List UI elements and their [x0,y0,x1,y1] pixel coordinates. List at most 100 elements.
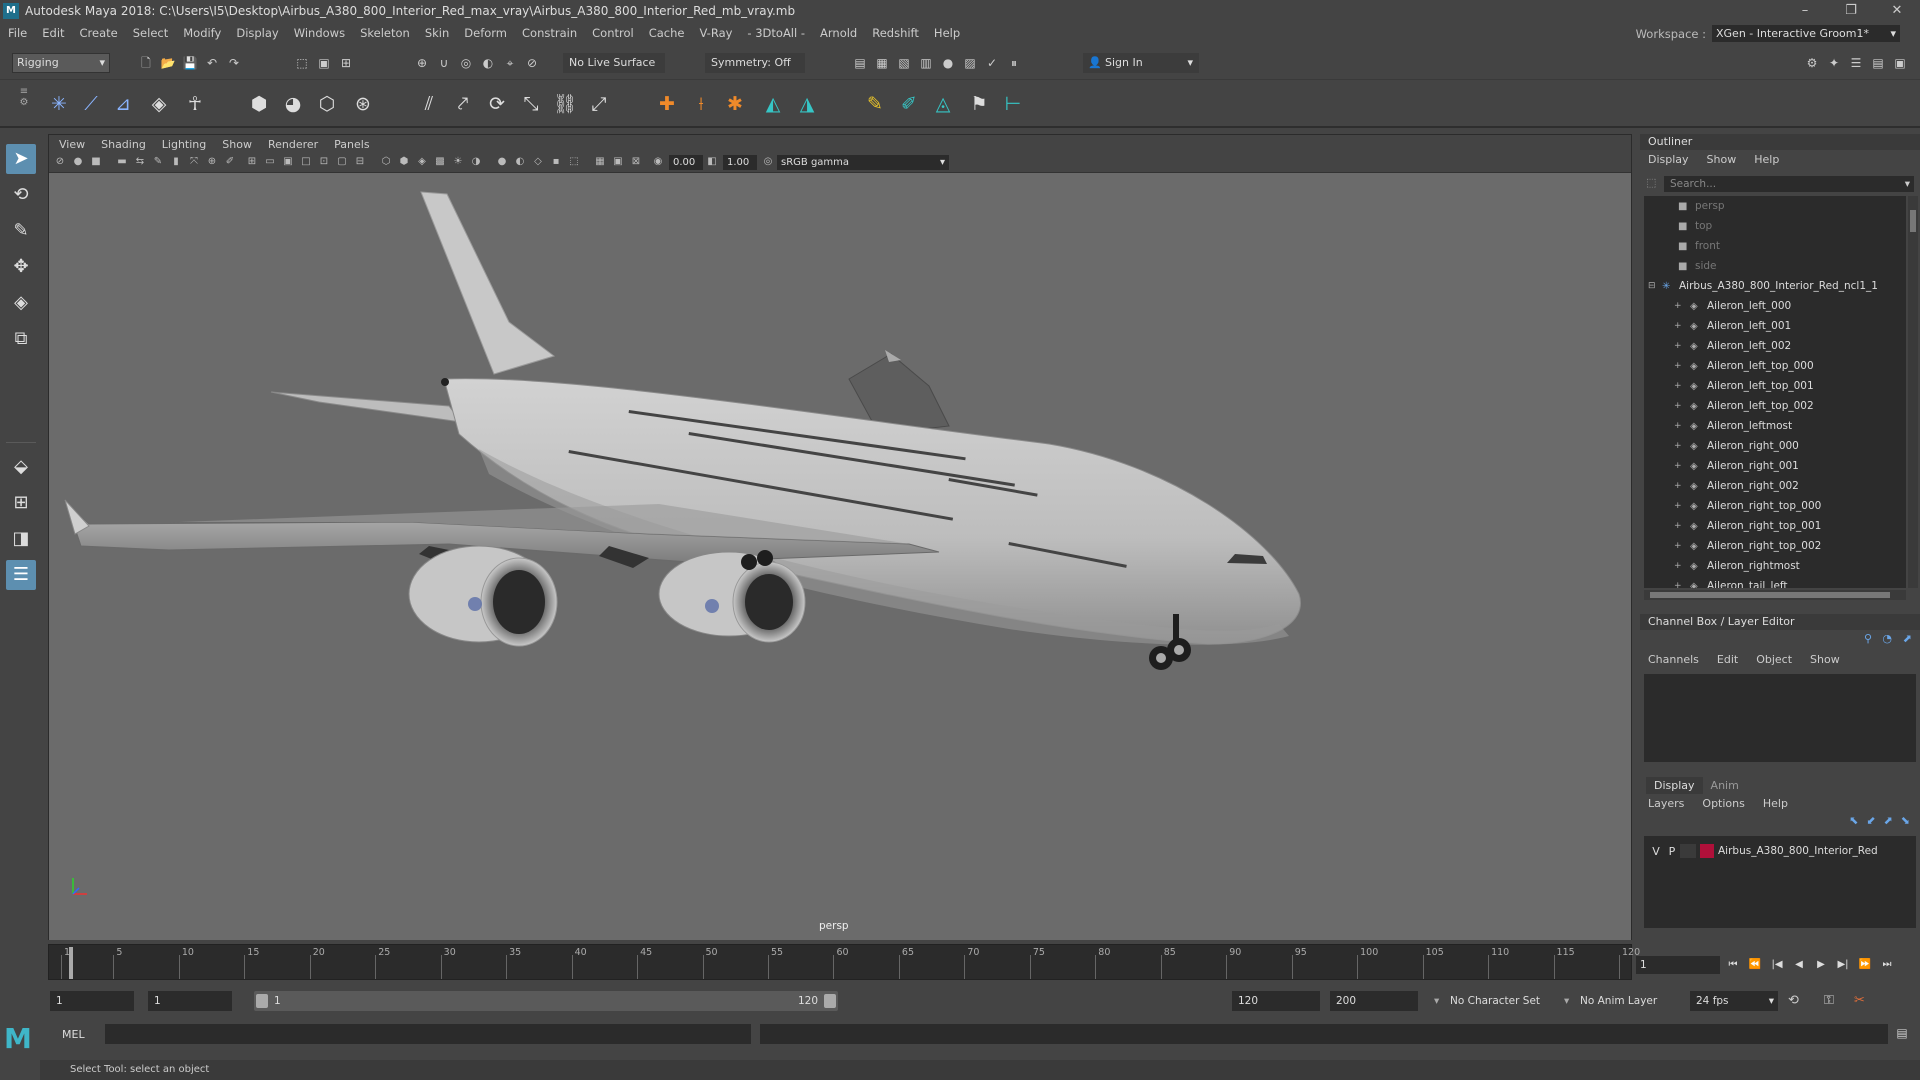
display-layer-row[interactable]: V P Airbus_A380_800_Interior_Red [1648,842,1912,860]
parent-constraint-icon[interactable]: ⛓ [552,91,578,117]
snap-curve-icon[interactable]: ∪ [436,55,452,71]
menu-vray[interactable]: V-Ray [699,26,732,40]
menu-select[interactable]: Select [133,26,168,40]
animation-start-field[interactable]: 1 [50,991,134,1011]
outliner-horizontal-scrollbar[interactable] [1644,590,1906,600]
time-slider[interactable]: 1 5 10 15 20 25 30 35 40 45 50 55 60 65 70 75 80 85 90 95 10… [48,944,1640,980]
expand-icon[interactable]: + [1674,296,1682,316]
expand-icon[interactable]: + [1674,376,1682,396]
light-editor-icon[interactable]: ✓ [984,55,1000,71]
outliner-item-child[interactable]: + ◈ Aileron_left_000 [1644,296,1906,316]
smooth-bind-icon[interactable]: ◕ [280,91,306,117]
workspace-dropdown[interactable]: XGen - Interactive Groom1* [1712,25,1900,42]
wrap-deformer-icon[interactable]: ◮ [794,91,820,117]
ipr-render-icon[interactable]: ▧ [896,55,912,71]
auto-key-icon[interactable]: ⚿ [1824,993,1834,1008]
shadows-icon[interactable]: ◑ [469,155,483,169]
sign-in-dropdown[interactable]: 👤 Sign In [1083,53,1199,73]
locator-icon[interactable]: ✚ [654,91,680,117]
film-gate-icon[interactable]: ⊕ [205,155,219,169]
ik-spline-icon[interactable]: ⊿ [110,91,136,117]
expand-icon[interactable]: + [1674,496,1682,516]
scale-constraint-icon[interactable]: ⤡ [518,91,544,117]
snap-live-icon[interactable]: ⌖ [502,55,518,71]
expand-icon[interactable]: + [1674,436,1682,456]
viewport-menu-lighting[interactable]: Lighting [162,138,206,151]
select-tool-icon[interactable]: ➤ [6,144,36,174]
scrollbar-thumb[interactable] [1910,210,1916,232]
gamma-icon[interactable]: ◧ [705,155,719,169]
select-camera-icon[interactable]: ⊘ [53,155,67,169]
modeling-toolkit-icon[interactable]: ⚙ [1804,55,1820,71]
range-bar[interactable]: 1 120 [254,991,838,1011]
field-chart-icon[interactable]: □ [299,155,313,169]
humanik-icon[interactable]: ☥ [182,91,208,117]
select-component-icon[interactable]: ⊞ [338,55,354,71]
collapse-icon[interactable]: ⊟ [1648,276,1656,296]
xray-joints-icon[interactable]: ▣ [611,155,625,169]
playback-end-field[interactable]: 120 [1232,991,1320,1011]
overscan-icon[interactable]: ⊟ [353,155,367,169]
channel-menu-channels[interactable]: Channels [1648,653,1699,666]
search-options-icon[interactable]: ⬚ [1646,176,1660,192]
mirror-weights-icon[interactable]: ⊢ [1000,91,1026,117]
menu-redshift[interactable]: Redshift [872,26,919,40]
viewport-menu-renderer[interactable]: Renderer [268,138,318,151]
channel-menu-show[interactable]: Show [1810,653,1840,666]
expand-icon[interactable]: + [1674,576,1682,588]
new-layer-selected-icon[interactable]: ⬊ [1901,814,1910,827]
expand-icon[interactable]: + [1674,456,1682,476]
current-frame-field[interactable]: 1 [1636,956,1720,974]
go-to-start-button[interactable]: ⏮ [1722,956,1744,974]
bind-skin-icon[interactable]: ⬢ [246,91,272,117]
outliner-item-child[interactable]: + ◈ Aileron_right_000 [1644,436,1906,456]
menu-edit[interactable]: Edit [42,26,64,40]
wireframe-icon[interactable]: ⬡ [379,155,393,169]
color-management-icon[interactable]: ◎ [761,155,775,169]
layer-editor-icon[interactable]: ◔ [1882,632,1892,645]
character-controls-icon[interactable]: ✦ [1826,55,1842,71]
channel-box-toggle-icon[interactable]: ▣ [1892,55,1908,71]
command-input[interactable] [105,1024,751,1044]
outliner-item-child[interactable]: + ◈ Aileron_left_top_000 [1644,356,1906,376]
pole-vector-icon[interactable]: ⤢ [586,91,612,117]
2d-pan-zoom-icon[interactable]: ⇆ [133,155,147,169]
viewport-menu-panels[interactable]: Panels [334,138,369,151]
gate-mask-icon[interactable]: ⊡ [317,155,331,169]
exposure-icon[interactable]: ◉ [651,155,665,169]
use-all-lights-icon[interactable]: ☀ [451,155,465,169]
menu-display[interactable]: Display [236,26,278,40]
character-set-dropdown[interactable]: ▾ No Character Set [1428,991,1548,1011]
menu-constrain[interactable]: Constrain [522,26,577,40]
bake-icon[interactable]: ⚑ [966,91,992,117]
channel-box-icon[interactable]: ⚲ [1864,632,1872,645]
move-tool-icon[interactable]: ✥ [6,252,36,282]
outliner-item-persp[interactable]: ■ persp [1644,196,1906,216]
multisample-aa-icon[interactable]: ◇ [531,155,545,169]
outliner-item-child[interactable]: + ◈ Aileron_right_top_002 [1644,536,1906,556]
step-forward-frame-button[interactable]: ▶| [1832,956,1854,974]
airbus-a380-model[interactable] [49,174,1633,940]
insert-joint-icon[interactable]: ◈ [146,91,172,117]
tab-anim[interactable]: Anim [1703,777,1747,794]
tab-display[interactable]: Display [1646,777,1703,794]
channel-menu-edit[interactable]: Edit [1717,653,1738,666]
outliner-menu-help[interactable]: Help [1754,153,1779,166]
outliner-item-child[interactable]: + ◈ Aileron_leftmost [1644,416,1906,436]
outliner-menu-show[interactable]: Show [1707,153,1737,166]
outliner-item-child[interactable]: + ◈ Aileron_right_top_000 [1644,496,1906,516]
play-forwards-button[interactable]: ▶ [1810,956,1832,974]
render-frame-icon[interactable]: ▦ [874,55,890,71]
view-transform-dropdown[interactable]: sRGB gamma [777,155,949,170]
menu-deform[interactable]: Deform [464,26,507,40]
layer-menu-options[interactable]: Options [1702,797,1744,810]
menu-modify[interactable]: Modify [183,26,221,40]
component-editor-icon[interactable]: ✐ [896,91,922,117]
four-view-layout-icon[interactable]: ⊞ [6,488,36,518]
layer-visibility-toggle[interactable]: V [1648,845,1664,858]
play-backwards-button[interactable]: ◀ [1788,956,1810,974]
nonlinear-deformer-icon[interactable]: ◬ [930,91,956,117]
expand-icon[interactable]: + [1674,416,1682,436]
ik-handle-icon[interactable]: ⟋ [78,91,104,117]
script-language-toggle[interactable]: MEL [62,1028,85,1041]
